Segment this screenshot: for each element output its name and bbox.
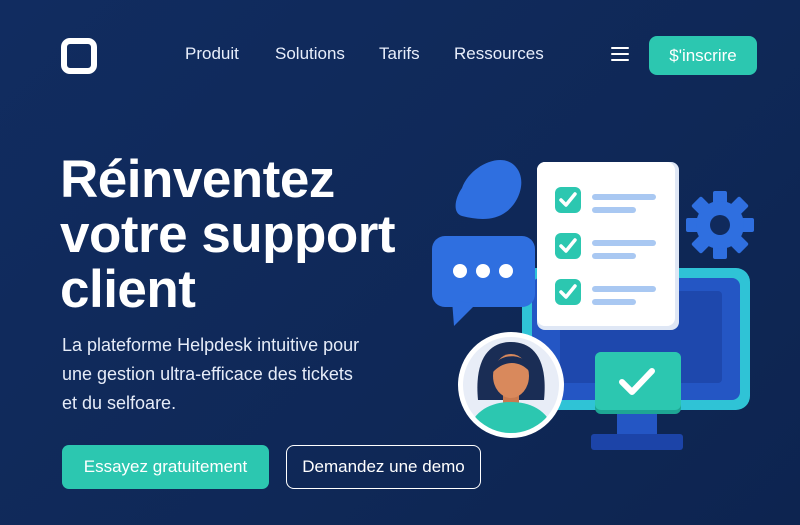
checklist-document-icon [537,162,679,330]
gear-icon [686,191,754,259]
hero-illustration [432,159,754,450]
landing-page: Produit Solutions Tarifs Ressources $'in… [0,0,800,525]
checkmark-icon [595,352,681,414]
user-avatar-icon [458,332,564,438]
megaphone-blob-icon [455,159,522,219]
chat-bubble-icon [432,236,535,326]
